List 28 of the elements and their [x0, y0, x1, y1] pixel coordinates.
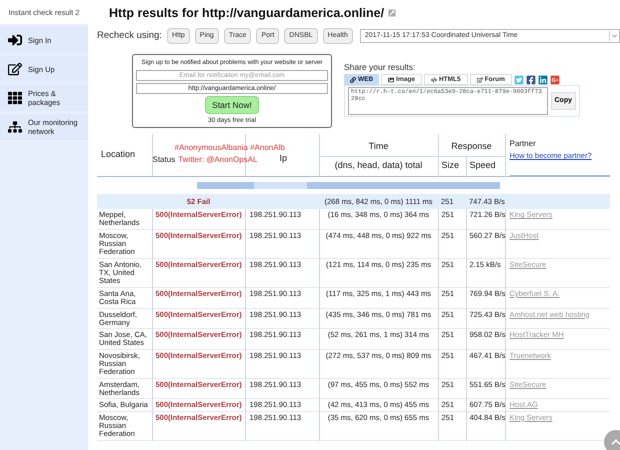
- recheck-label: Recheck using:: [97, 28, 162, 43]
- code-icon: [430, 76, 437, 82]
- column-header: Speed: [466, 156, 505, 176]
- grid-icon: [8, 91, 22, 105]
- google-plus-icon[interactable]: [550, 74, 560, 84]
- image-icon: [388, 76, 394, 82]
- chevron-down-icon: [608, 31, 619, 41]
- facebook-icon[interactable]: [526, 74, 536, 84]
- linkedin-icon[interactable]: [538, 74, 548, 84]
- column-header: Location: [97, 134, 152, 176]
- start-now-button[interactable]: Start Now!: [205, 96, 259, 114]
- page-title: Http results for http://vanguardamerica.online/: [109, 5, 384, 22]
- column-header: Time: [319, 134, 438, 156]
- network-icon: [8, 120, 22, 134]
- column-header: Response: [438, 134, 505, 156]
- share-label: Share your results:: [344, 61, 416, 74]
- column-header: Status: [152, 154, 176, 166]
- link-icon: [350, 76, 356, 82]
- column-header: Size: [438, 156, 466, 176]
- chevron-up-icon: [611, 437, 620, 447]
- overlay-twitter-handle: Twitter: @AnonOpsAL: [178, 154, 258, 166]
- external-link-icon[interactable]: [388, 9, 396, 18]
- overlay-hashtags: #AnonymousAlbania #AnonAlb: [174, 142, 285, 154]
- column-header: Partner: [510, 138, 537, 150]
- edit-icon: [8, 62, 22, 76]
- sign-in-icon: [8, 33, 22, 47]
- column-header: (dns, head, data) total: [319, 156, 438, 176]
- edit-icon: [476, 76, 483, 82]
